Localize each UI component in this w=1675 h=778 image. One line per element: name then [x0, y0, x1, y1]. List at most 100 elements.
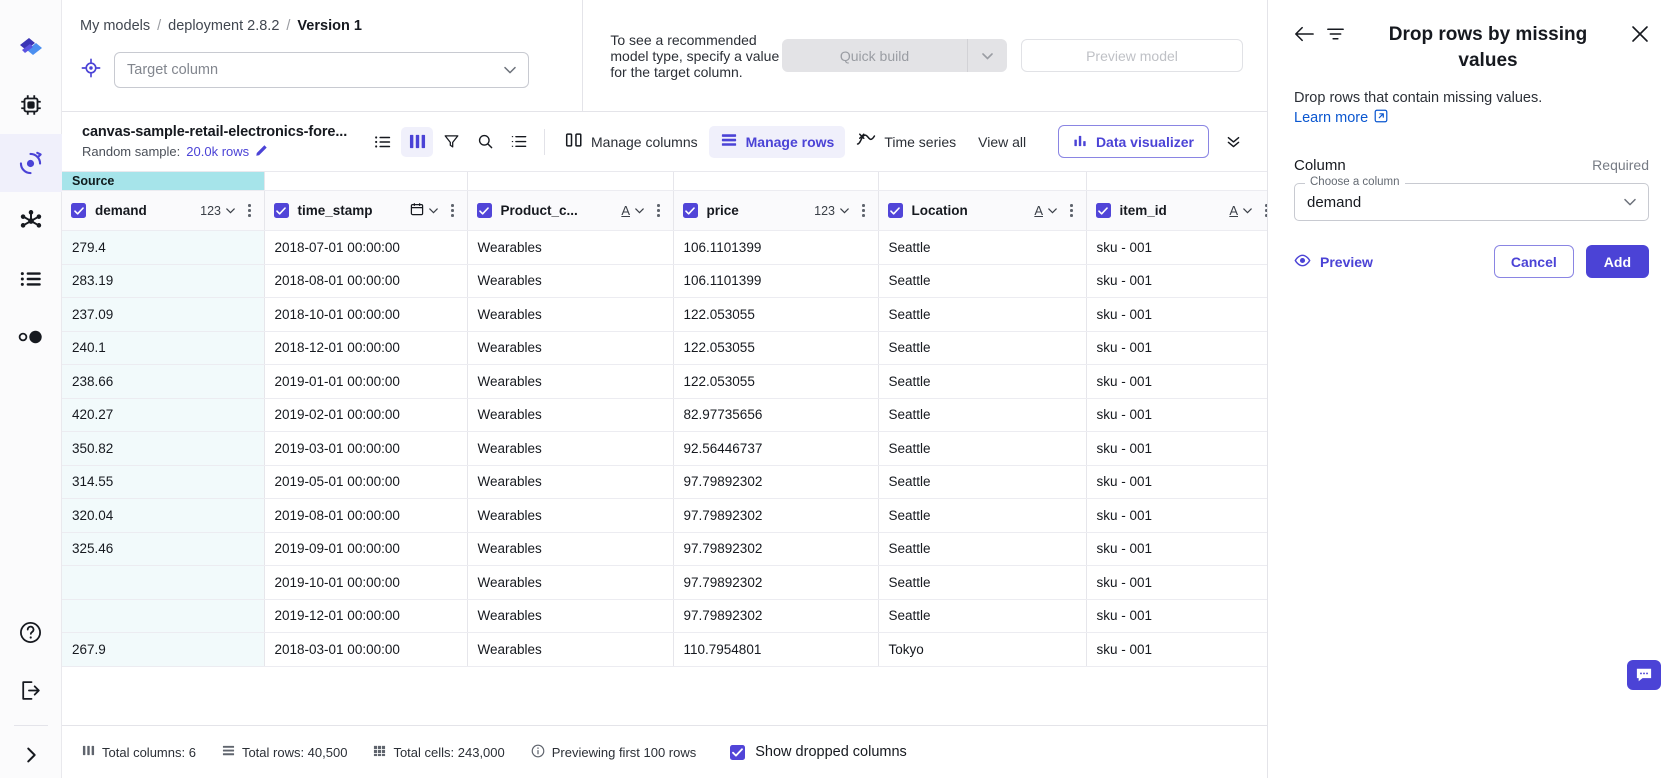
table-row[interactable]: 2019-12-01 00:00:00Wearables97.79892302S…	[62, 599, 1267, 633]
table-cell-productc[interactable]: Wearables	[467, 499, 673, 533]
table-cell-productc[interactable]: Wearables	[467, 365, 673, 399]
table-cell-location[interactable]: Tokyo	[878, 633, 1086, 667]
table-cell-timestamp[interactable]: 2019-10-01 00:00:00	[264, 566, 467, 600]
ordered-list-icon-button[interactable]	[503, 127, 535, 157]
column-checkbox[interactable]	[71, 203, 86, 218]
table-row[interactable]: 267.92018-03-01 00:00:00Wearables110.795…	[62, 633, 1267, 667]
table-cell-timestamp[interactable]: 2018-10-01 00:00:00	[264, 298, 467, 332]
column-checkbox[interactable]	[274, 203, 289, 218]
target-column-select[interactable]: Target column	[114, 52, 529, 88]
table-cell-productc[interactable]: Wearables	[467, 465, 673, 499]
close-icon[interactable]	[1631, 22, 1649, 48]
table-row[interactable]: 283.192018-08-01 00:00:00Wearables106.11…	[62, 264, 1267, 298]
table-cell-timestamp[interactable]: 2019-01-01 00:00:00	[264, 365, 467, 399]
table-cell-productc[interactable]: Wearables	[467, 398, 673, 432]
table-cell-timestamp[interactable]: 2018-08-01 00:00:00	[264, 264, 467, 298]
column-type-control[interactable]: 123	[200, 204, 235, 218]
table-cell-demand[interactable]: 283.19	[62, 264, 264, 298]
column-type-control[interactable]: A	[621, 203, 644, 218]
table-cell-itemid[interactable]: sku - 001	[1086, 231, 1267, 265]
table-cell-timestamp[interactable]: 2018-07-01 00:00:00	[264, 231, 467, 265]
chat-support-button[interactable]	[1627, 660, 1661, 690]
table-row[interactable]: 237.092018-10-01 00:00:00Wearables122.05…	[62, 298, 1267, 332]
table-cell-price[interactable]: 92.56446737	[673, 432, 878, 466]
table-row[interactable]: 279.42018-07-01 00:00:00Wearables106.110…	[62, 231, 1267, 265]
table-cell-demand[interactable]: 279.4	[62, 231, 264, 265]
table-cell-timestamp[interactable]: 2019-12-01 00:00:00	[264, 599, 467, 633]
sidebar-item-models[interactable]	[0, 76, 62, 134]
search-icon-button[interactable]	[469, 127, 501, 157]
show-dropped-columns-toggle[interactable]: Show dropped columns	[730, 744, 907, 760]
table-cell-timestamp[interactable]: 2019-09-01 00:00:00	[264, 532, 467, 566]
table-cell-location[interactable]: Seattle	[878, 365, 1086, 399]
column-menu-button[interactable]	[653, 201, 664, 220]
table-cell-timestamp[interactable]: 2019-02-01 00:00:00	[264, 398, 467, 432]
table-row[interactable]: 238.662019-01-01 00:00:00Wearables122.05…	[62, 365, 1267, 399]
table-cell-timestamp[interactable]: 2019-08-01 00:00:00	[264, 499, 467, 533]
show-dropped-columns-checkbox[interactable]	[730, 745, 745, 760]
table-cell-location[interactable]: Seattle	[878, 231, 1086, 265]
table-cell-itemid[interactable]: sku - 001	[1086, 331, 1267, 365]
column-menu-button[interactable]	[447, 201, 458, 220]
table-cell-demand[interactable]	[62, 566, 264, 600]
sidebar-item-ml-graph[interactable]	[0, 192, 62, 250]
list-view-icon-button[interactable]	[367, 127, 399, 157]
collapse-panel-button[interactable]	[1215, 126, 1251, 158]
add-button[interactable]: Add	[1586, 245, 1649, 278]
table-cell-productc[interactable]: Wearables	[467, 432, 673, 466]
table-cell-itemid[interactable]: sku - 001	[1086, 398, 1267, 432]
table-cell-itemid[interactable]: sku - 001	[1086, 365, 1267, 399]
table-cell-itemid[interactable]: sku - 001	[1086, 599, 1267, 633]
pencil-icon[interactable]	[255, 144, 268, 160]
help-button[interactable]	[0, 603, 62, 661]
table-row[interactable]: 350.822019-03-01 00:00:00Wearables92.564…	[62, 432, 1267, 466]
table-row[interactable]: 240.12018-12-01 00:00:00Wearables122.053…	[62, 331, 1267, 365]
column-view-icon-button[interactable]	[401, 127, 433, 157]
table-cell-location[interactable]: Seattle	[878, 566, 1086, 600]
table-cell-location[interactable]: Seattle	[878, 331, 1086, 365]
column-checkbox[interactable]	[1096, 203, 1111, 218]
cancel-button[interactable]: Cancel	[1494, 245, 1574, 278]
table-cell-location[interactable]: Seattle	[878, 465, 1086, 499]
data-visualizer-button[interactable]: Data visualizer	[1058, 125, 1209, 158]
table-cell-demand[interactable]: 240.1	[62, 331, 264, 365]
sample-rows-link[interactable]: 20.0k rows	[186, 144, 249, 159]
table-cell-demand[interactable]	[62, 599, 264, 633]
sidebar-item-datasets[interactable]	[0, 134, 62, 192]
table-row[interactable]: 2019-10-01 00:00:00Wearables97.79892302S…	[62, 566, 1267, 600]
tab-manage-rows[interactable]: Manage rows	[709, 126, 846, 158]
table-cell-price[interactable]: 110.7954801	[673, 633, 878, 667]
table-cell-price[interactable]: 82.97735656	[673, 398, 878, 432]
column-menu-button[interactable]	[1066, 201, 1077, 220]
quick-build-button[interactable]: Quick build	[782, 39, 967, 72]
table-cell-price[interactable]: 97.79892302	[673, 499, 878, 533]
table-cell-productc[interactable]: Wearables	[467, 566, 673, 600]
table-cell-demand[interactable]: 350.82	[62, 432, 264, 466]
table-row[interactable]: 320.042019-08-01 00:00:00Wearables97.798…	[62, 499, 1267, 533]
table-row[interactable]: 325.462019-09-01 00:00:00Wearables97.798…	[62, 532, 1267, 566]
table-cell-itemid[interactable]: sku - 001	[1086, 432, 1267, 466]
table-cell-timestamp[interactable]: 2018-12-01 00:00:00	[264, 331, 467, 365]
tab-manage-columns[interactable]: Manage columns	[554, 126, 709, 158]
column-type-control[interactable]: A	[1229, 203, 1252, 218]
sidebar-item-toggle[interactable]	[0, 308, 62, 366]
table-cell-price[interactable]: 97.79892302	[673, 532, 878, 566]
table-cell-demand[interactable]: 325.46	[62, 532, 264, 566]
column-type-control[interactable]: 123	[814, 204, 849, 218]
filter-icon-button[interactable]	[435, 127, 467, 157]
table-row[interactable]: 420.272019-02-01 00:00:00Wearables82.977…	[62, 398, 1267, 432]
table-cell-productc[interactable]: Wearables	[467, 231, 673, 265]
column-type-control[interactable]	[410, 202, 438, 219]
preview-button[interactable]: Preview	[1294, 254, 1373, 270]
table-cell-productc[interactable]: Wearables	[467, 264, 673, 298]
table-cell-timestamp[interactable]: 2018-03-01 00:00:00	[264, 633, 467, 667]
table-cell-timestamp[interactable]: 2019-05-01 00:00:00	[264, 465, 467, 499]
table-cell-demand[interactable]: 320.04	[62, 499, 264, 533]
table-cell-location[interactable]: Seattle	[878, 599, 1086, 633]
column-menu-button[interactable]	[244, 201, 255, 220]
breadcrumb-item-my-models[interactable]: My models	[80, 18, 150, 34]
table-cell-location[interactable]: Seattle	[878, 532, 1086, 566]
table-cell-productc[interactable]: Wearables	[467, 599, 673, 633]
table-cell-itemid[interactable]: sku - 001	[1086, 633, 1267, 667]
table-cell-itemid[interactable]: sku - 001	[1086, 532, 1267, 566]
